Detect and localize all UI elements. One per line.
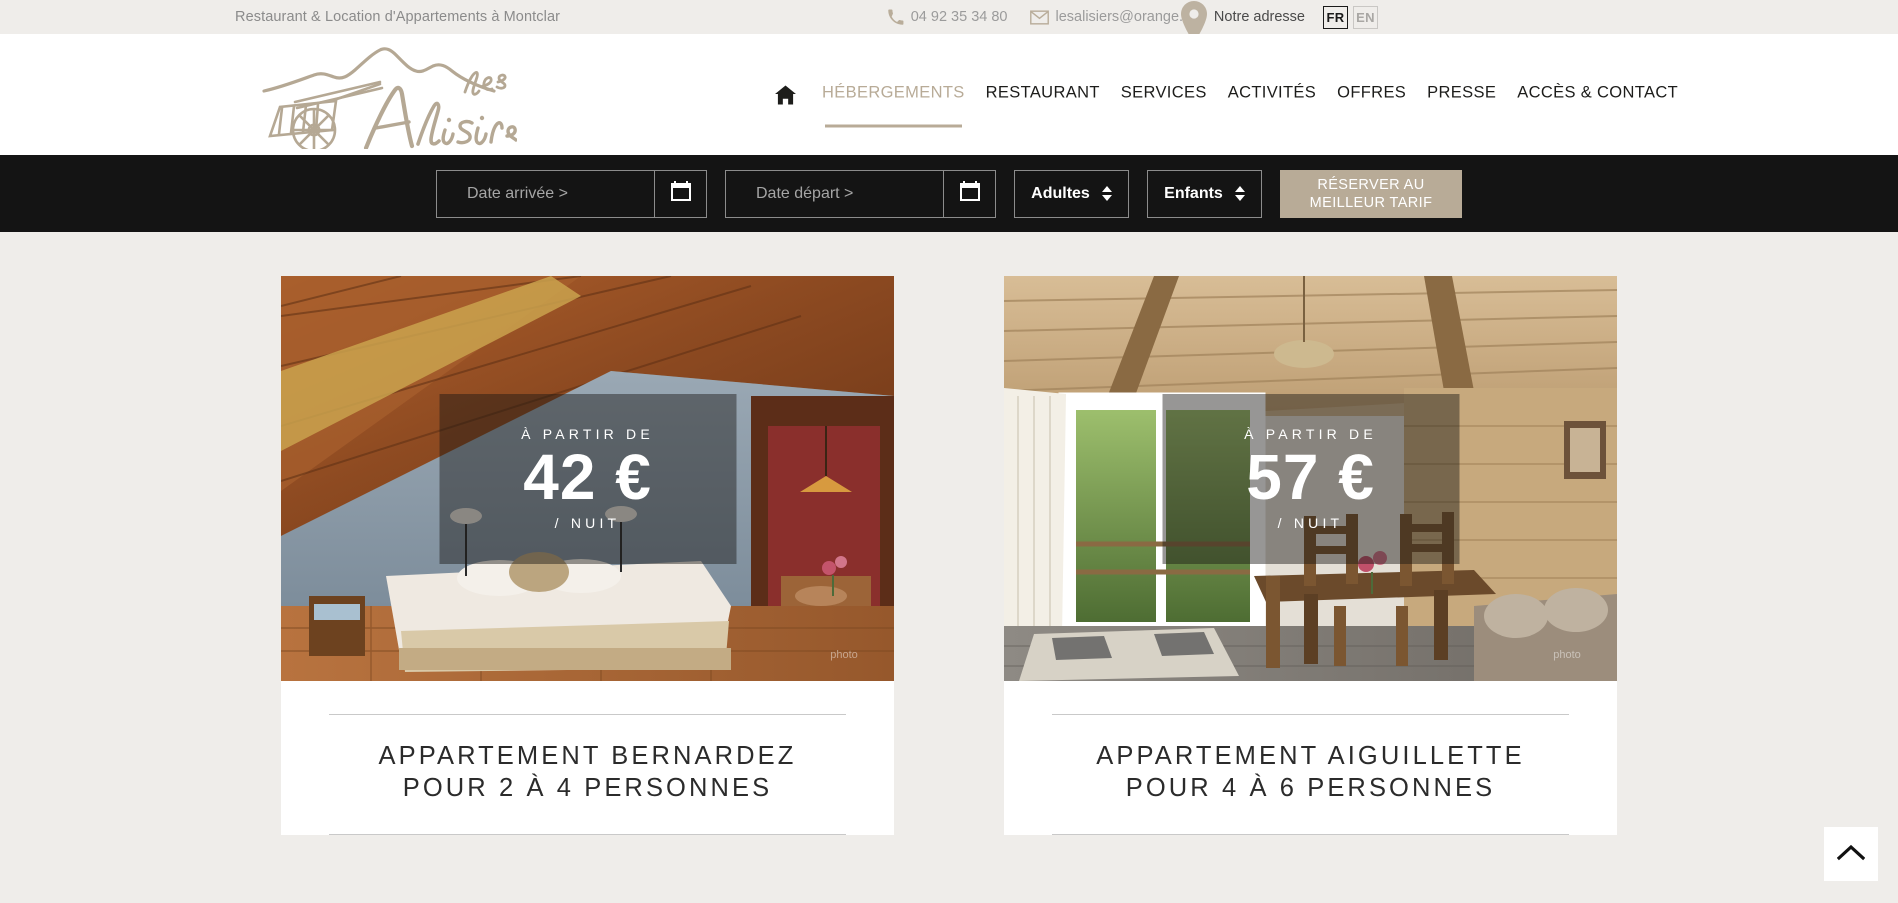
- arrival-date-input[interactable]: Date arrivée >: [437, 171, 654, 217]
- children-label: Enfants: [1164, 184, 1223, 202]
- updown-arrows-icon[interactable]: [1101, 186, 1112, 201]
- updown-arrows-icon[interactable]: [1234, 186, 1245, 201]
- site-header: HÉBERGEMENTS RESTAURANT SERVICES ACTIVIT…: [0, 34, 1898, 155]
- nav-item-acces-contact[interactable]: ACCÈS & CONTACT: [1517, 83, 1678, 106]
- price-overlay: À PARTIR DE 57 € / NUIT: [1162, 393, 1459, 564]
- phone-link[interactable]: 04 92 35 34 80: [887, 8, 1008, 26]
- price-from-label: À PARTIR DE: [1244, 425, 1377, 442]
- utility-bar: Restaurant & Location d'Appartements à M…: [0, 0, 1898, 43]
- adults-label: Adultes: [1031, 184, 1090, 202]
- accommodation-card[interactable]: photo À PARTIR DE 57 € / NUIT APPARTEMEN…: [1004, 276, 1617, 835]
- chevron-up-icon: [1836, 844, 1866, 865]
- price-unit: / NUIT: [554, 515, 621, 532]
- accommodation-card[interactable]: photo À PARTIR DE 42 € / NUIT APPARTEMEN…: [281, 276, 894, 835]
- departure-calendar-button[interactable]: [943, 170, 995, 217]
- address-label: Notre adresse: [1213, 9, 1305, 25]
- card-title-line-2: POUR 2 À 4 PERSONNES: [402, 774, 773, 802]
- envelope-icon: [1029, 9, 1049, 25]
- nav-item-activites[interactable]: ACTIVITÉS: [1228, 83, 1316, 106]
- price-overlay: À PARTIR DE 42 € / NUIT: [439, 393, 736, 564]
- nav-item-offres[interactable]: OFFRES: [1337, 83, 1406, 106]
- card-body: APPARTEMENT BERNARDEZ POUR 2 À 4 PERSONN…: [281, 714, 894, 835]
- card-image: photo À PARTIR DE 42 € / NUIT: [281, 276, 894, 681]
- price-unit: / NUIT: [1277, 515, 1344, 532]
- departure-date-input[interactable]: Date départ >: [726, 171, 943, 217]
- language-fr[interactable]: FR: [1323, 5, 1348, 29]
- card-title-line-1: APPARTEMENT AIGUILLETTE: [1096, 742, 1525, 770]
- arrival-calendar-button[interactable]: [654, 170, 706, 217]
- adults-stepper[interactable]: Adultes: [1014, 169, 1129, 218]
- card-title: APPARTEMENT BERNARDEZ POUR 2 À 4 PERSONN…: [329, 715, 846, 804]
- price-amount: 42 €: [523, 440, 652, 513]
- price-amount: 57 €: [1246, 440, 1375, 513]
- cta-line-2: MEILLEUR TARIF: [1309, 194, 1433, 211]
- main-navigation: HÉBERGEMENTS RESTAURANT SERVICES ACTIVIT…: [775, 83, 1678, 127]
- language-switcher: FR EN: [1323, 5, 1378, 29]
- divider-bottom: [1052, 834, 1569, 835]
- card-title: APPARTEMENT AIGUILLETTE POUR 4 À 6 PERSO…: [1052, 715, 1569, 804]
- language-en[interactable]: EN: [1353, 5, 1378, 29]
- price-from-label: À PARTIR DE: [521, 425, 654, 442]
- card-title-line-1: APPARTEMENT BERNARDEZ: [378, 742, 797, 770]
- email-address: lesalisiers@orange.fr: [1055, 9, 1192, 25]
- address-link[interactable]: Notre adresse: [1180, 1, 1305, 43]
- calendar-icon: [669, 179, 693, 208]
- phone-icon: [887, 8, 904, 26]
- children-stepper[interactable]: Enfants: [1147, 169, 1262, 218]
- utility-bar-right: 04 92 35 34 80 lesalisiers@orange.fr Not…: [887, 1, 1378, 43]
- email-link[interactable]: lesalisiers@orange.fr: [1029, 9, 1192, 25]
- arrival-date-field[interactable]: Date arrivée >: [436, 169, 707, 218]
- nav-item-restaurant[interactable]: RESTAURANT: [986, 83, 1100, 106]
- card-title-line-2: POUR 4 À 6 PERSONNES: [1125, 774, 1496, 802]
- svg-text:photo: photo: [1553, 649, 1581, 661]
- nav-item-presse[interactable]: PRESSE: [1427, 83, 1496, 106]
- departure-date-field[interactable]: Date départ >: [725, 169, 996, 218]
- site-tagline: Restaurant & Location d'Appartements à M…: [235, 9, 561, 25]
- home-icon[interactable]: [775, 85, 796, 104]
- phone-number: 04 92 35 34 80: [910, 9, 1008, 25]
- divider-bottom: [329, 834, 846, 835]
- booking-bar: Date arrivée > Date départ > Adultes Enf…: [0, 155, 1898, 232]
- calendar-icon: [958, 179, 982, 208]
- book-best-rate-button[interactable]: RÉSERVER AU MEILLEUR TARIF: [1280, 169, 1462, 218]
- accommodation-grid: photo À PARTIR DE 42 € / NUIT APPARTEMEN…: [0, 232, 1898, 835]
- svg-text:photo: photo: [830, 649, 858, 661]
- cta-line-1: RÉSERVER AU: [1317, 176, 1425, 193]
- card-body: APPARTEMENT AIGUILLETTE POUR 4 À 6 PERSO…: [1004, 714, 1617, 835]
- site-logo[interactable]: [262, 44, 517, 149]
- nav-item-hebergements[interactable]: HÉBERGEMENTS: [822, 83, 965, 127]
- scroll-to-top-button[interactable]: [1824, 827, 1878, 881]
- card-image: photo À PARTIR DE 57 € / NUIT: [1004, 276, 1617, 681]
- nav-item-services[interactable]: SERVICES: [1121, 83, 1207, 106]
